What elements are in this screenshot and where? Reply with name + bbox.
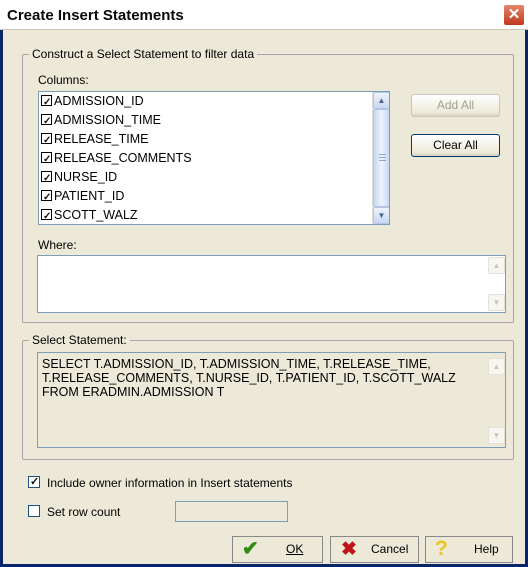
select-group-label: Select Statement: [29,333,130,347]
title-bar: Create Insert Statements ✕ [0,0,528,30]
column-label: PATIENT_ID [54,189,125,203]
column-item[interactable]: ADMISSION_TIME [39,111,389,131]
column-label: NURSE_ID [54,170,118,184]
add-all-label: Add All [436,98,475,112]
column-label: SCOTT_WALZ [54,208,138,222]
window-title: Create Insert Statements [7,7,184,24]
select-statement-textarea[interactable]: SELECT T.ADMISSION_ID, T.ADMISSION_TIME,… [37,352,506,448]
help-label: Help [474,542,499,556]
scroll-down-button[interactable]: ▼ [373,207,389,224]
set-row-count-checkbox[interactable]: Set row count [28,505,120,519]
column-label: ADMISSION_TIME [54,113,161,127]
set-row-count-label: Set row count [47,505,121,519]
ok-button[interactable]: ✔ OK [232,536,323,563]
x-icon: ✖ [341,539,357,560]
column-label: ADMISSION_ID [54,94,144,108]
include-owner-check-icon[interactable] [28,475,40,488]
include-owner-label: Include owner information in Insert stat… [47,476,293,490]
column-checkbox[interactable] [41,188,52,207]
column-item[interactable]: RELEASE_TIME [39,130,389,150]
column-item[interactable]: ADMISSION_ID [39,92,389,112]
question-icon: ? [435,537,448,560]
scroll-thumb[interactable] [373,109,389,207]
column-checkbox[interactable] [41,112,52,131]
where-label: Where: [38,238,77,252]
columns-label: Columns: [38,73,89,87]
row-count-input[interactable] [175,501,288,522]
columns-listbox[interactable]: ADMISSION_ID ADMISSION_TIME RELEASE_TIME RE… [38,91,390,225]
chevron-up-icon: ▲ [488,358,505,375]
chevron-up-icon: ▲ [488,257,505,274]
where-scrollbar: ▲ ▼ [488,257,505,311]
column-checkbox[interactable] [41,150,52,169]
statement-scrollbar: ▲ ▼ [488,354,505,446]
scroll-up-button[interactable]: ▲ [373,92,389,109]
cancel-button[interactable]: ✖ Cancel [330,536,419,563]
construct-group-label: Construct a Select Statement to filter d… [29,47,258,61]
column-label: RELEASE_COMMENTS [54,151,192,165]
clear-all-label: Clear All [433,138,478,152]
check-icon: ✔ [242,538,259,560]
chevron-down-icon: ▼ [488,294,505,311]
column-item[interactable]: RELEASE_COMMENTS [39,149,389,169]
column-label: RELEASE_TIME [54,132,149,146]
chevron-down-icon: ▼ [488,427,505,444]
column-checkbox[interactable] [41,169,52,188]
cancel-label: Cancel [371,542,409,556]
include-owner-checkbox[interactable]: Include owner information in Insert stat… [28,475,293,490]
help-button[interactable]: ? Help [425,536,513,563]
column-item[interactable]: PATIENT_ID [39,187,389,207]
set-row-count-check-icon[interactable] [28,505,40,517]
close-icon: ✕ [507,6,521,23]
column-checkbox[interactable] [41,93,52,112]
ok-label: OK [286,542,304,556]
select-statement-text: SELECT T.ADMISSION_ID, T.ADMISSION_TIME,… [42,357,456,399]
column-item[interactable]: NURSE_ID [39,168,389,188]
chevron-down-icon: ▼ [377,211,386,220]
clear-all-button[interactable]: Clear All [411,134,500,157]
where-textarea[interactable]: ▲ ▼ [37,255,506,313]
column-checkbox[interactable] [41,207,52,224]
column-item[interactable]: SCOTT_WALZ [39,206,389,224]
column-checkbox[interactable] [41,131,52,150]
chevron-up-icon: ▲ [377,96,386,105]
columns-scrollbar[interactable]: ▲ ▼ [372,92,389,224]
add-all-button[interactable]: Add All [411,94,500,117]
close-button[interactable]: ✕ [503,4,525,26]
